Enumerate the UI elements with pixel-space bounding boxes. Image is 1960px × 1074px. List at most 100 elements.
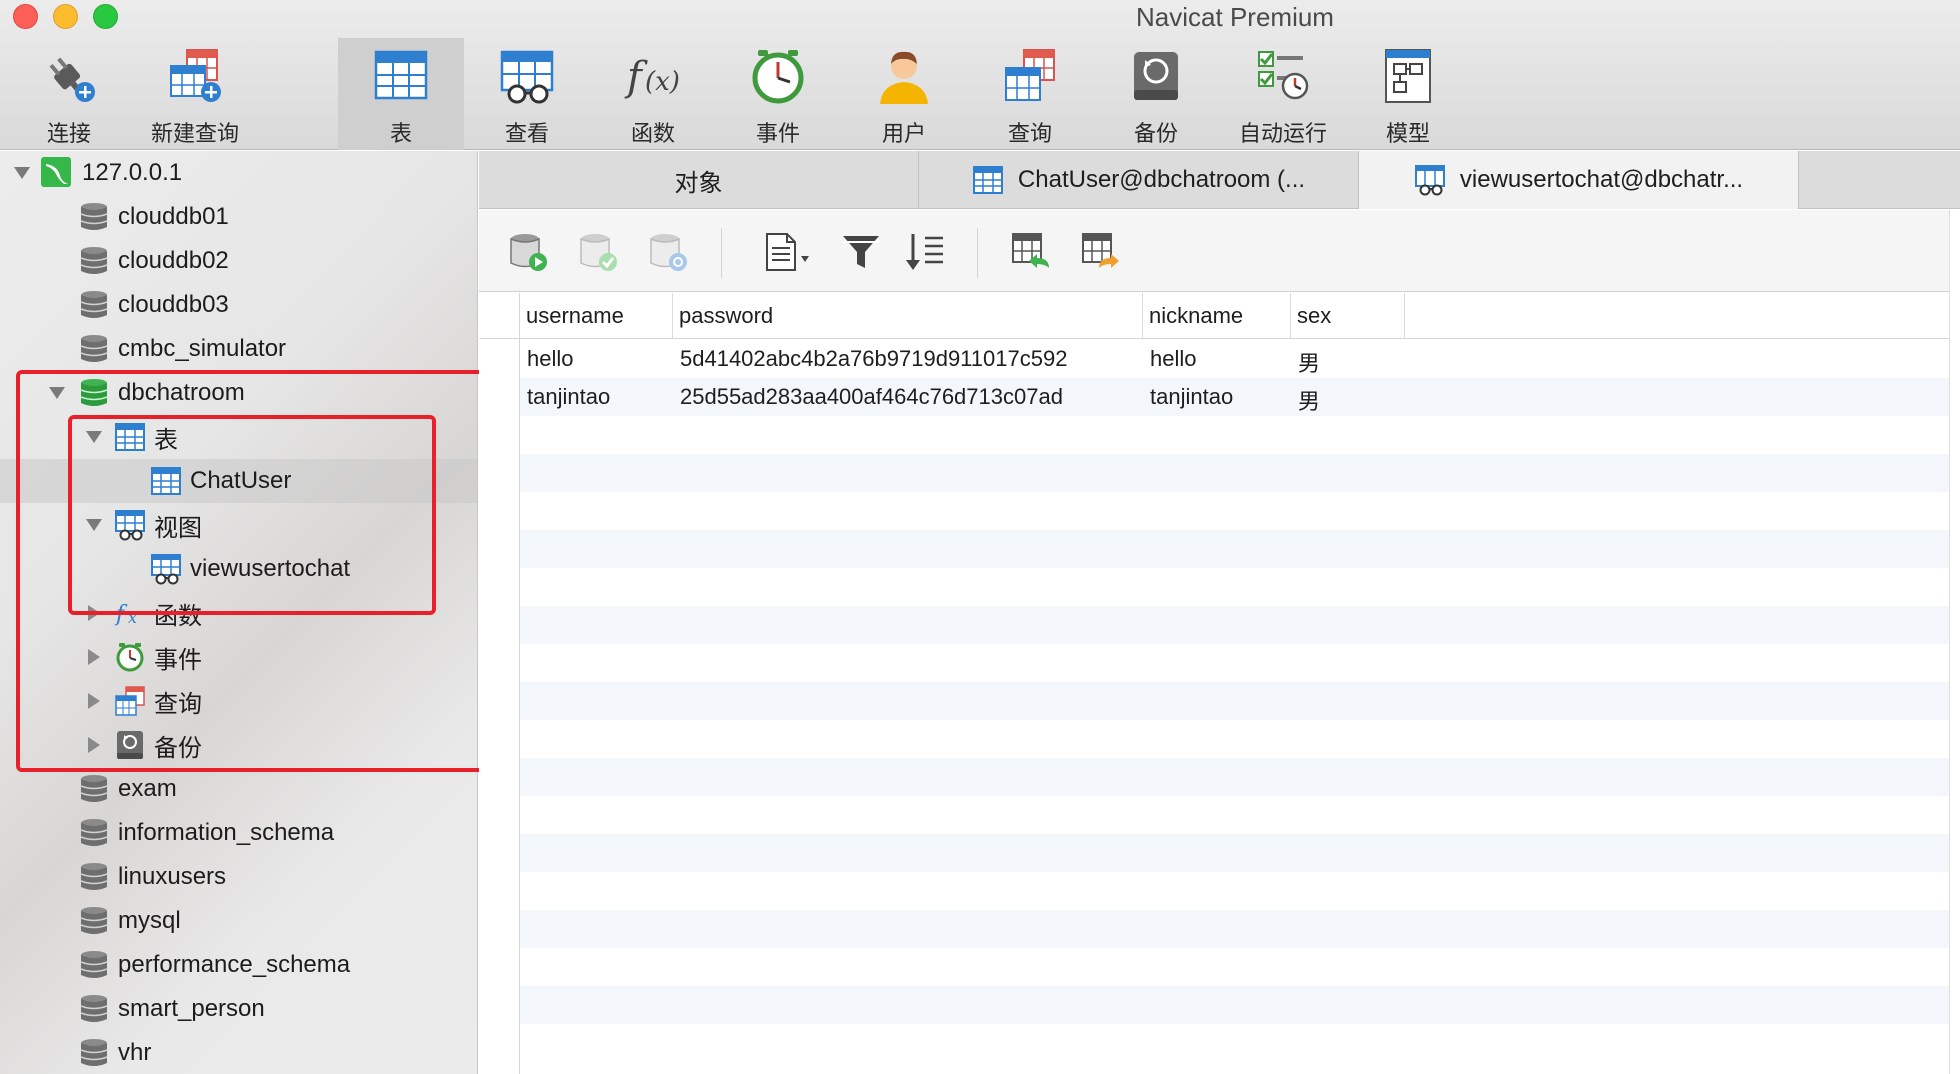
toolbar-view-button[interactable]: 查看 [477,38,577,150]
import-icon[interactable] [1009,230,1053,274]
table-icon [374,50,428,100]
database-icon [80,247,108,274]
toolbar-function-button[interactable]: f (x) 函数 [603,38,703,150]
tree-connection-row[interactable]: 127.0.0.1 [0,151,477,195]
database-icon [80,203,108,230]
filter-icon[interactable] [839,230,883,274]
sort-icon[interactable] [903,230,947,274]
cell-nickname[interactable]: tanjintao [1150,384,1233,410]
model-icon [1385,49,1431,103]
view-icon [1414,165,1445,196]
cell-nickname[interactable]: hello [1150,346,1196,372]
toolbar-table-label: 表 [389,121,412,146]
window-title: Navicat Premium [1136,2,1334,32]
toolbar-event-button[interactable]: 事件 [728,38,828,150]
empty-row [519,568,1949,606]
empty-row [519,492,1949,530]
tree-database-row[interactable]: information_schema [0,811,477,855]
empty-row [519,834,1949,872]
toolbar-backup-label: 备份 [1133,121,1178,146]
database-icon [80,951,108,978]
cell-username[interactable]: hello [527,346,573,372]
tree-database-label: cmbc_simulator [118,335,287,362]
empty-row [519,872,1949,910]
table-row[interactable]: hello 5d41402abc4b2a76b9719d911017c592 h… [519,340,1949,378]
table-row[interactable]: tanjintao 25d55ad283aa400af464c76d713c07… [519,378,1949,416]
toolbar-new-query-button[interactable]: 新建查询 [140,38,250,150]
toolbar-table-button[interactable]: 表 [338,38,464,150]
cell-sex[interactable]: 男 [1298,346,1320,378]
toolbar-query-button[interactable]: 查询 [980,38,1080,150]
begin-transaction-icon[interactable] [507,230,551,274]
function-icon: f (x) [624,54,680,100]
tree-database-row[interactable]: mysql [0,899,477,943]
tree-database-row[interactable]: performance_schema [0,943,477,987]
tree-database-label: vhr [118,1039,152,1066]
empty-row [519,1024,1949,1062]
toolbar-new-query-label: 新建查询 [150,121,239,146]
tree-database-row[interactable]: clouddb02 [0,239,477,283]
empty-row [519,720,1949,758]
column-header-username[interactable]: username [519,293,672,339]
empty-row [519,606,1949,644]
backup-icon [1134,52,1178,100]
tree-database-row[interactable]: clouddb01 [0,195,477,239]
automation-icon [1258,51,1309,100]
tree-database-row[interactable]: vhr [0,1031,477,1074]
expanded-triangle-icon[interactable] [14,167,30,179]
toolbar-automation-button[interactable]: 自动运行 [1228,38,1338,150]
toolbar-query-label: 查询 [1007,121,1052,146]
tree-database-label: mysql [118,907,181,934]
database-icon [80,819,108,846]
empty-row [519,910,1949,948]
cell-username[interactable]: tanjintao [527,384,610,410]
rollback-icon[interactable] [647,230,691,274]
column-header-password[interactable]: password [672,293,1142,339]
tab-viewusertochat[interactable]: viewusertochat@dbchatr... [1359,151,1799,209]
column-header-nickname[interactable]: nickname [1142,293,1290,339]
database-icon [80,907,108,934]
toolbar-view-label: 查看 [504,121,549,146]
inner-highlight-box [68,415,436,615]
toolbar-connect-button[interactable]: 连接 [19,38,119,150]
tree-database-row[interactable]: cmbc_simulator [0,327,477,371]
vertical-scrollbar[interactable] [1949,210,1960,1074]
toolbar-model-button[interactable]: 模型 [1358,38,1458,150]
database-icon [80,775,108,802]
text-view-icon[interactable] [761,230,821,274]
toolbar-separator [721,228,722,278]
empty-row [519,530,1949,568]
database-icon [80,863,108,890]
cell-password[interactable]: 5d41402abc4b2a76b9719d911017c592 [680,346,1067,372]
cell-sex[interactable]: 男 [1298,384,1320,416]
query-icon [1005,49,1055,101]
mysql-connection-icon [41,157,71,187]
toolbar-backup-button[interactable]: 备份 [1106,38,1206,150]
tree-database-row[interactable]: clouddb03 [0,283,477,327]
window-toolbar: Navicat Premium 连接 新建查询 表 查看 f (x) 函数 事件… [0,0,1960,150]
toolbar-user-button[interactable]: 用户 [854,38,954,150]
export-icon[interactable] [1079,230,1123,274]
tree-database-label: linuxusers [118,863,227,890]
toolbar-separator [977,228,978,278]
toolbar-automation-label: 自动运行 [1238,121,1327,146]
toolbar-connect-label: 连接 [46,121,91,146]
empty-row [519,416,1949,454]
tree-database-label: information_schema [118,819,335,846]
empty-row [519,986,1949,1024]
database-icon [80,291,108,318]
toolbar-event-label: 事件 [755,121,800,146]
column-header-sex[interactable]: sex [1290,293,1405,339]
commit-icon[interactable] [577,230,621,274]
empty-row [519,758,1949,796]
cell-password[interactable]: 25d55ad283aa400af464c76d713c07ad [680,384,1063,410]
tab-objects[interactable]: 对象 [479,151,919,209]
tree-database-row[interactable]: exam [0,767,477,811]
tab-bar: 对象 ChatUser@dbchatroom (... viewusertoch… [479,151,1960,209]
tree-database-row[interactable]: smart_person [0,987,477,1031]
tab-objects-label: 对象 [674,169,723,197]
empty-row [519,796,1949,834]
tree-database-row[interactable]: linuxusers [0,855,477,899]
tab-chatuser[interactable]: ChatUser@dbchatroom (... [919,151,1359,209]
view-icon [500,50,554,104]
